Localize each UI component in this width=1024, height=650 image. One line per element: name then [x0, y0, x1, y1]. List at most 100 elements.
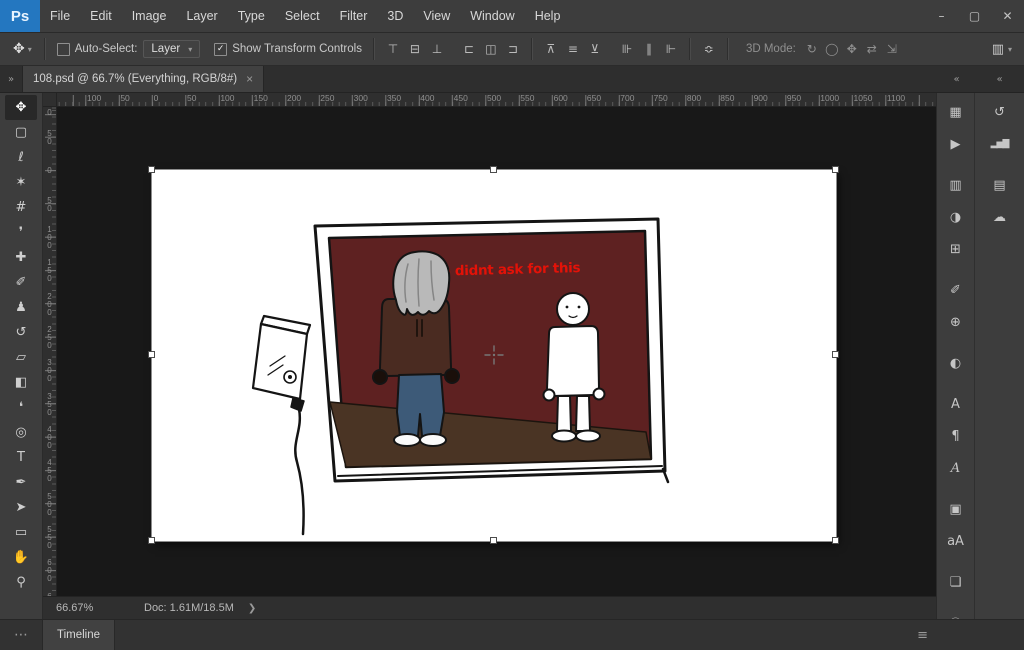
- libraries-panel-icon[interactable]: ☁: [986, 203, 1014, 231]
- workspace-switcher[interactable]: ▥ ▾: [992, 42, 1016, 57]
- menu-select[interactable]: Select: [275, 0, 330, 32]
- dodge-tool[interactable]: ◎: [5, 420, 37, 445]
- panel-collapse-button[interactable]: «: [975, 66, 1024, 92]
- minimize-button[interactable]: –: [925, 0, 958, 32]
- brush-settings-panel-icon[interactable]: ✐: [942, 276, 970, 304]
- move-tool[interactable]: ✥: [5, 95, 37, 120]
- menu-view[interactable]: View: [413, 0, 460, 32]
- styles-panel-icon[interactable]: ▦: [942, 98, 970, 126]
- hand-tool[interactable]: ✋: [5, 545, 37, 570]
- menu-edit[interactable]: Edit: [80, 0, 122, 32]
- transform-handle[interactable]: [832, 537, 839, 544]
- character-styles-panel-icon[interactable]: aA: [942, 527, 970, 555]
- distribute-spacing-button[interactable]: ≎: [698, 34, 720, 64]
- menu-help[interactable]: Help: [525, 0, 571, 32]
- gradient-tool[interactable]: ◧: [5, 370, 37, 395]
- menu-window[interactable]: Window: [460, 0, 524, 32]
- menu-3d[interactable]: 3D: [377, 0, 413, 32]
- horizontal-ruler[interactable]: 1005005010015020025030035040045050055060…: [57, 93, 936, 107]
- glyphs-panel-icon[interactable]: A: [942, 454, 970, 482]
- 3d-roll-button[interactable]: ◯: [822, 34, 842, 64]
- toolbar-collapse-toggle[interactable]: »: [0, 66, 22, 92]
- layer-comps-panel-icon[interactable]: ▣: [942, 495, 970, 523]
- auto-select-target-dropdown[interactable]: Layer ▾: [143, 40, 200, 58]
- histogram-panel-icon[interactable]: ▂▅▇: [986, 130, 1014, 158]
- color-panel-icon[interactable]: ◑: [942, 203, 970, 231]
- brush-tool[interactable]: ✐: [5, 270, 37, 295]
- paragraph-panel-icon[interactable]: ¶: [942, 422, 970, 450]
- timeline-menu-icon[interactable]: ≡: [917, 628, 928, 643]
- 3d-panel-icon[interactable]: ❏: [942, 568, 970, 596]
- distribute-right-edges-button[interactable]: ⊩: [660, 34, 682, 64]
- photoshop-window: Ps File Edit Image Layer Type Select Fil…: [0, 0, 1024, 650]
- layers-panel-icon[interactable]: ▤: [986, 171, 1014, 199]
- align-horizontal-centers-button[interactable]: ◫: [480, 34, 502, 64]
- eyedropper-tool[interactable]: ❜: [5, 220, 37, 245]
- 3d-drag-button[interactable]: ✥: [842, 34, 862, 64]
- actions-panel-icon[interactable]: ▶: [942, 130, 970, 158]
- transform-handle[interactable]: [148, 351, 155, 358]
- rectangle-tool[interactable]: ▭: [5, 520, 37, 545]
- transform-handle[interactable]: [490, 166, 497, 173]
- clone-stamp-tool[interactable]: ♟: [5, 295, 37, 320]
- align-right-edges-button[interactable]: ⊐: [502, 34, 524, 64]
- maximize-button[interactable]: ▢: [958, 0, 991, 32]
- panel-collapse-button[interactable]: «: [938, 66, 975, 92]
- pen-tool[interactable]: ✒: [5, 470, 37, 495]
- transform-handle[interactable]: [832, 166, 839, 173]
- zoom-tool[interactable]: ⚲: [5, 570, 37, 595]
- menu-filter[interactable]: Filter: [330, 0, 378, 32]
- menu-layer[interactable]: Layer: [176, 0, 227, 32]
- status-popup-arrow[interactable]: ❯: [248, 603, 256, 614]
- auto-select-checkbox[interactable]: Auto-Select:: [57, 43, 138, 56]
- show-transform-controls-checkbox[interactable]: ✓ Show Transform Controls: [214, 43, 362, 56]
- document-tab[interactable]: 108.psd @ 66.7% (Everything, RGB/8#) ×: [22, 66, 264, 92]
- crop-tool[interactable]: #: [5, 195, 37, 220]
- timeline-tab[interactable]: Timeline: [42, 620, 115, 650]
- distribute-bottom-edges-button[interactable]: ⊻: [584, 34, 606, 64]
- menu-image[interactable]: Image: [122, 0, 177, 32]
- rectangular-marquee-tool[interactable]: ▢: [5, 120, 37, 145]
- canvas-viewport[interactable]: we didnt ask for this: [57, 107, 936, 596]
- menu-file[interactable]: File: [40, 0, 80, 32]
- align-top-edges-button[interactable]: ⊤: [382, 34, 404, 64]
- swatches-panel-icon[interactable]: ⊞: [942, 235, 970, 263]
- quick-selection-tool[interactable]: ✶: [5, 170, 37, 195]
- spot-healing-brush-tool[interactable]: ✚: [5, 245, 37, 270]
- blur-tool[interactable]: ❛: [5, 395, 37, 420]
- align-vertical-centers-button[interactable]: ⊟: [404, 34, 426, 64]
- transform-handle[interactable]: [490, 537, 497, 544]
- history-brush-tool[interactable]: ↺: [5, 320, 37, 345]
- fist-right: [445, 369, 459, 383]
- distribute-left-edges-button[interactable]: ⊪: [616, 34, 638, 64]
- ruler-label: 600: [552, 93, 585, 106]
- 3d-slide-button[interactable]: ⇄: [862, 34, 882, 64]
- align-bottom-edges-button[interactable]: ⊥: [426, 34, 448, 64]
- path-selection-tool[interactable]: ➤: [5, 495, 37, 520]
- type-tool[interactable]: T: [5, 445, 37, 470]
- close-button[interactable]: ✕: [991, 0, 1024, 32]
- menu-type[interactable]: Type: [228, 0, 275, 32]
- transform-handle[interactable]: [148, 537, 155, 544]
- 3d-rotate-button[interactable]: ↻: [802, 34, 822, 64]
- 3d-scale-button[interactable]: ⇲: [882, 34, 902, 64]
- vertical-ruler[interactable]: 1005005010015020025030035040045050055060…: [43, 107, 57, 596]
- character-panel-icon[interactable]: A: [942, 390, 970, 418]
- close-tab-icon[interactable]: ×: [246, 72, 253, 86]
- tool-preset-picker[interactable]: ✥ ▾: [8, 41, 37, 57]
- distribute-top-edges-button[interactable]: ⊼: [540, 34, 562, 64]
- align-left-edges-button[interactable]: ⊏: [458, 34, 480, 64]
- lasso-tool[interactable]: ℓ: [5, 145, 37, 170]
- clone-source-panel-icon[interactable]: ⊕: [942, 308, 970, 336]
- ruler-label: 700: [618, 93, 651, 106]
- distribute-horizontal-centers-button[interactable]: ∥: [638, 34, 660, 64]
- eraser-tool[interactable]: ▱: [5, 345, 37, 370]
- tool-presets-panel-icon[interactable]: ▥: [942, 171, 970, 199]
- transform-handle[interactable]: [832, 351, 839, 358]
- history-panel-icon[interactable]: ↺: [986, 98, 1014, 126]
- zoom-level-field[interactable]: 66.67%: [56, 602, 144, 614]
- distribute-vertical-centers-button[interactable]: ≡: [562, 34, 584, 64]
- adjustments-panel-icon[interactable]: ◐: [942, 349, 970, 377]
- transform-handle[interactable]: [148, 166, 155, 173]
- toolbar-overflow-icon[interactable]: ⋯: [0, 627, 42, 643]
